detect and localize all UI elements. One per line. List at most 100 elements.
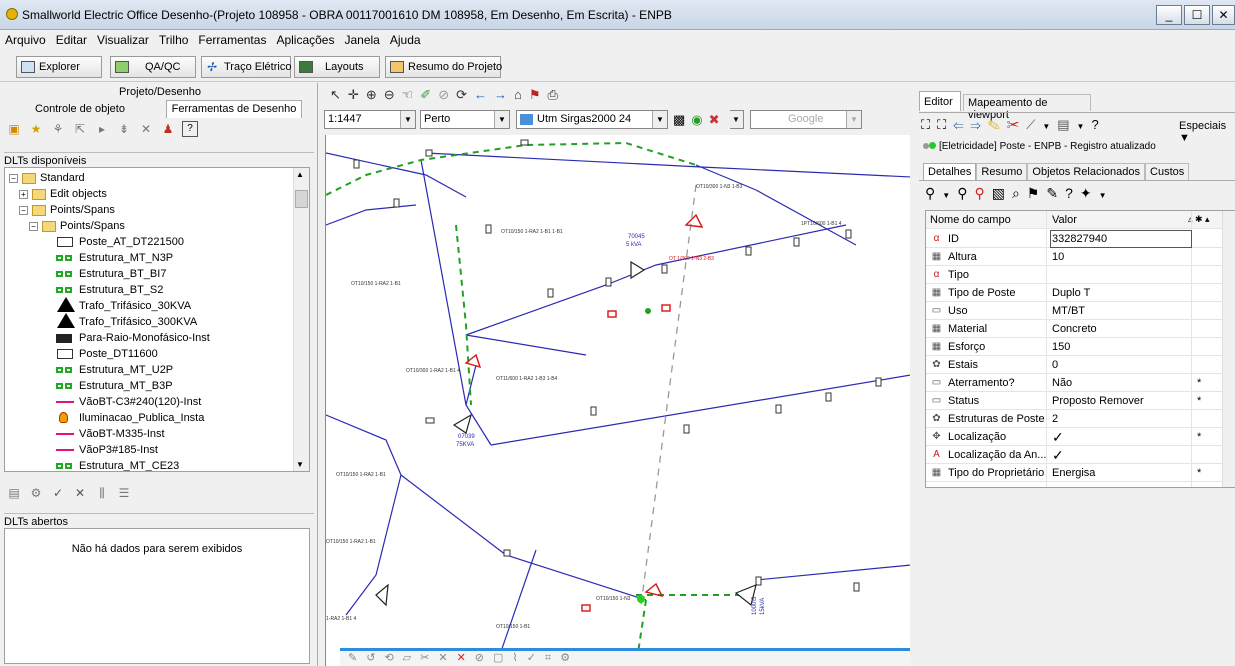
tree-item[interactable]: Estrutura_BT_BI7 xyxy=(55,266,166,282)
print-icon[interactable]: ⎙ xyxy=(548,87,565,102)
menu-arquivo[interactable]: Arquivo xyxy=(0,30,51,47)
properties-icon[interactable]: ▤ xyxy=(6,485,22,501)
property-row[interactable]: ✥ Localização ✓ * xyxy=(926,428,1235,446)
back-icon[interactable]: ⇐ xyxy=(953,117,970,132)
delete-icon[interactable]: ✕ xyxy=(138,121,154,137)
zoom-out-icon[interactable]: ⊖ xyxy=(384,87,402,102)
property-row[interactable]: ▦ Esforço 150 xyxy=(926,338,1235,356)
edit-tool-5-icon[interactable]: ✂ xyxy=(420,652,438,664)
dropdown-icon[interactable]: ▼ xyxy=(1042,122,1057,131)
flag-icon[interactable]: ⚑ xyxy=(529,87,548,102)
edit-icon[interactable]: ▧ xyxy=(992,185,1012,201)
tool-icon[interactable]: ✂ xyxy=(1007,117,1027,132)
tree-item[interactable]: Poste_AT_DT221500 xyxy=(55,234,184,250)
menu-janela[interactable]: Janela xyxy=(339,30,384,47)
tree-item[interactable]: Estrutura_MT_CE23 xyxy=(55,458,179,471)
help-icon[interactable]: ? xyxy=(1091,117,1105,132)
zoom-in-icon[interactable]: ⊕ xyxy=(366,87,384,102)
chevron-down-icon[interactable]: ▼ xyxy=(729,111,743,128)
check-icon[interactable]: ✓ xyxy=(50,485,66,501)
tree-icon[interactable]: ⚘ xyxy=(50,121,66,137)
person-icon[interactable]: ♟ xyxy=(160,121,176,137)
play-icon[interactable]: ▸ xyxy=(94,121,110,137)
close-button[interactable]: ✕ xyxy=(1212,5,1235,25)
property-row[interactable]: A Localização da An... ✓ xyxy=(926,446,1235,464)
insert-icon[interactable]: ⇱ xyxy=(72,121,88,137)
select-arrow-icon[interactable]: ↖ xyxy=(330,87,348,102)
tab-resumo[interactable]: Resumo xyxy=(976,163,1028,180)
measure-icon[interactable]: ✐ xyxy=(420,87,438,102)
property-row[interactable]: ▦ Material Concreto xyxy=(926,320,1235,338)
tree-item[interactable]: Trafo_Trifásico_30KVA xyxy=(55,297,191,314)
forward-icon[interactable]: → xyxy=(494,87,514,102)
menu-trilho[interactable]: Trilho xyxy=(154,30,194,47)
dropdown-icon[interactable]: ▼ xyxy=(1077,122,1092,131)
tab-controle-objeto[interactable]: Controle de objeto xyxy=(20,103,140,115)
measure-icon[interactable]: ⟋ xyxy=(1026,117,1042,132)
edit-tool-3-icon[interactable]: ⟲ xyxy=(384,652,402,664)
property-row[interactable]: α Tipo xyxy=(926,266,1235,284)
menu-ferramentas[interactable]: Ferramentas xyxy=(193,30,271,47)
basemap-combo[interactable]: Google ▼ xyxy=(750,110,862,129)
layouts-button[interactable]: Layouts xyxy=(294,56,380,78)
expander-icon[interactable]: − xyxy=(9,173,18,183)
tree-item[interactable]: Iluminacao_Publica_Insta xyxy=(55,410,204,426)
property-row[interactable]: ✿ Estais 0 xyxy=(926,356,1235,374)
hand-icon[interactable]: ☜ xyxy=(402,87,421,102)
edit-tool-12-icon[interactable]: ⌗ xyxy=(545,652,560,664)
tree-item[interactable]: Para-Raio-Monofásico-Inst xyxy=(55,330,210,346)
dropdown-icon[interactable]: ▼ xyxy=(1099,191,1114,200)
scroll-down-icon[interactable]: ▼ xyxy=(296,460,304,469)
expander-icon[interactable]: − xyxy=(29,221,38,231)
tree-item[interactable]: VãoBT-C3#240(120)-Inst xyxy=(55,394,201,410)
tab-custos[interactable]: Custos xyxy=(1145,163,1190,180)
attach-icon[interactable]: ✎ xyxy=(1046,185,1065,201)
property-row[interactable]: ▭ Uso MT/BT xyxy=(926,302,1235,320)
edit-tool-6-icon[interactable]: ✕ xyxy=(438,652,456,664)
property-row[interactable]: ▦ Tipo de Poste Duplo T xyxy=(926,284,1235,302)
tree-item[interactable]: Estrutura_BT_S2 xyxy=(55,282,163,298)
menu-editar[interactable]: Editar xyxy=(51,30,92,47)
map-canvas[interactable]: OT10/300 1-N3 1-B3 1PT10/600 1-B1 4 OT10… xyxy=(325,135,910,666)
especiais-menu[interactable]: Especiais ▼ xyxy=(1179,120,1235,144)
tree-scrollbar[interactable]: ▲ ▼ xyxy=(293,168,309,471)
basemap-off-icon[interactable]: ✖ xyxy=(709,112,726,127)
grid-icon[interactable]: ▣ xyxy=(6,121,22,137)
edit-tool-8-icon[interactable]: ⊘ xyxy=(475,652,493,664)
edit-tool-1-icon[interactable]: ✎ xyxy=(348,652,366,664)
chevron-down-icon[interactable]: ▼ xyxy=(400,111,415,128)
scale-combo[interactable]: 1:1447 ▼ xyxy=(324,110,416,129)
edit-tool-13-icon[interactable]: ⚙ xyxy=(560,652,579,664)
pan-cross-icon[interactable]: ✛ xyxy=(348,87,366,102)
menu-aplicacoes[interactable]: Aplicações xyxy=(271,30,339,47)
list-icon[interactable]: ☰ xyxy=(116,485,132,501)
tree-item[interactable]: VãoBT-M335-Inst xyxy=(55,426,165,442)
chevron-down-icon[interactable]: ▼ xyxy=(846,111,861,128)
binoculars2-icon[interactable]: ⛶ xyxy=(937,117,953,132)
property-row[interactable]: ▦ Tipo do Proprietário Energisa * xyxy=(926,464,1235,482)
grid-scrollbar[interactable] xyxy=(1222,211,1235,487)
tree-item[interactable]: Trafo_Trifásico_300KVA xyxy=(55,313,197,330)
scroll-up-icon[interactable]: ▲ xyxy=(296,170,304,179)
settings-icon[interactable]: ⚙ xyxy=(28,485,44,501)
pole-icon[interactable]: ⚲ xyxy=(925,185,942,201)
chart-icon[interactable]: ▤ xyxy=(1057,117,1076,132)
binoculars-icon[interactable]: ⛶ xyxy=(921,117,937,132)
edit-tool-4-icon[interactable]: ▱ xyxy=(403,652,420,664)
search-icon[interactable]: ⌕ xyxy=(1012,185,1027,201)
forward-icon[interactable]: ⇒ xyxy=(971,117,988,132)
tree-item[interactable]: VãoP3#185-Inst xyxy=(55,442,158,458)
magic-icon[interactable]: ✦ xyxy=(1080,185,1099,201)
property-row[interactable]: ▦ Altura 10 xyxy=(926,248,1235,266)
dropdown-icon[interactable]: ▼ xyxy=(942,191,957,200)
remove-icon[interactable]: ✕ xyxy=(72,485,88,501)
paste-icon[interactable]: ⚲ xyxy=(974,185,991,201)
edit-tool-10-icon[interactable]: ⌇ xyxy=(512,652,526,664)
basemap-toggle-dropdown[interactable]: ▼ xyxy=(729,110,744,129)
tab-detalhes[interactable]: Detalhes xyxy=(923,163,977,180)
menu-ajuda[interactable]: Ajuda xyxy=(385,30,426,47)
refresh-icon[interactable]: ⟳ xyxy=(456,87,474,102)
value-editor[interactable] xyxy=(1050,230,1192,248)
traco-eletrico-button[interactable]: ✢ Traço Elétrico xyxy=(201,56,291,78)
help-icon[interactable]: ? xyxy=(182,121,198,137)
